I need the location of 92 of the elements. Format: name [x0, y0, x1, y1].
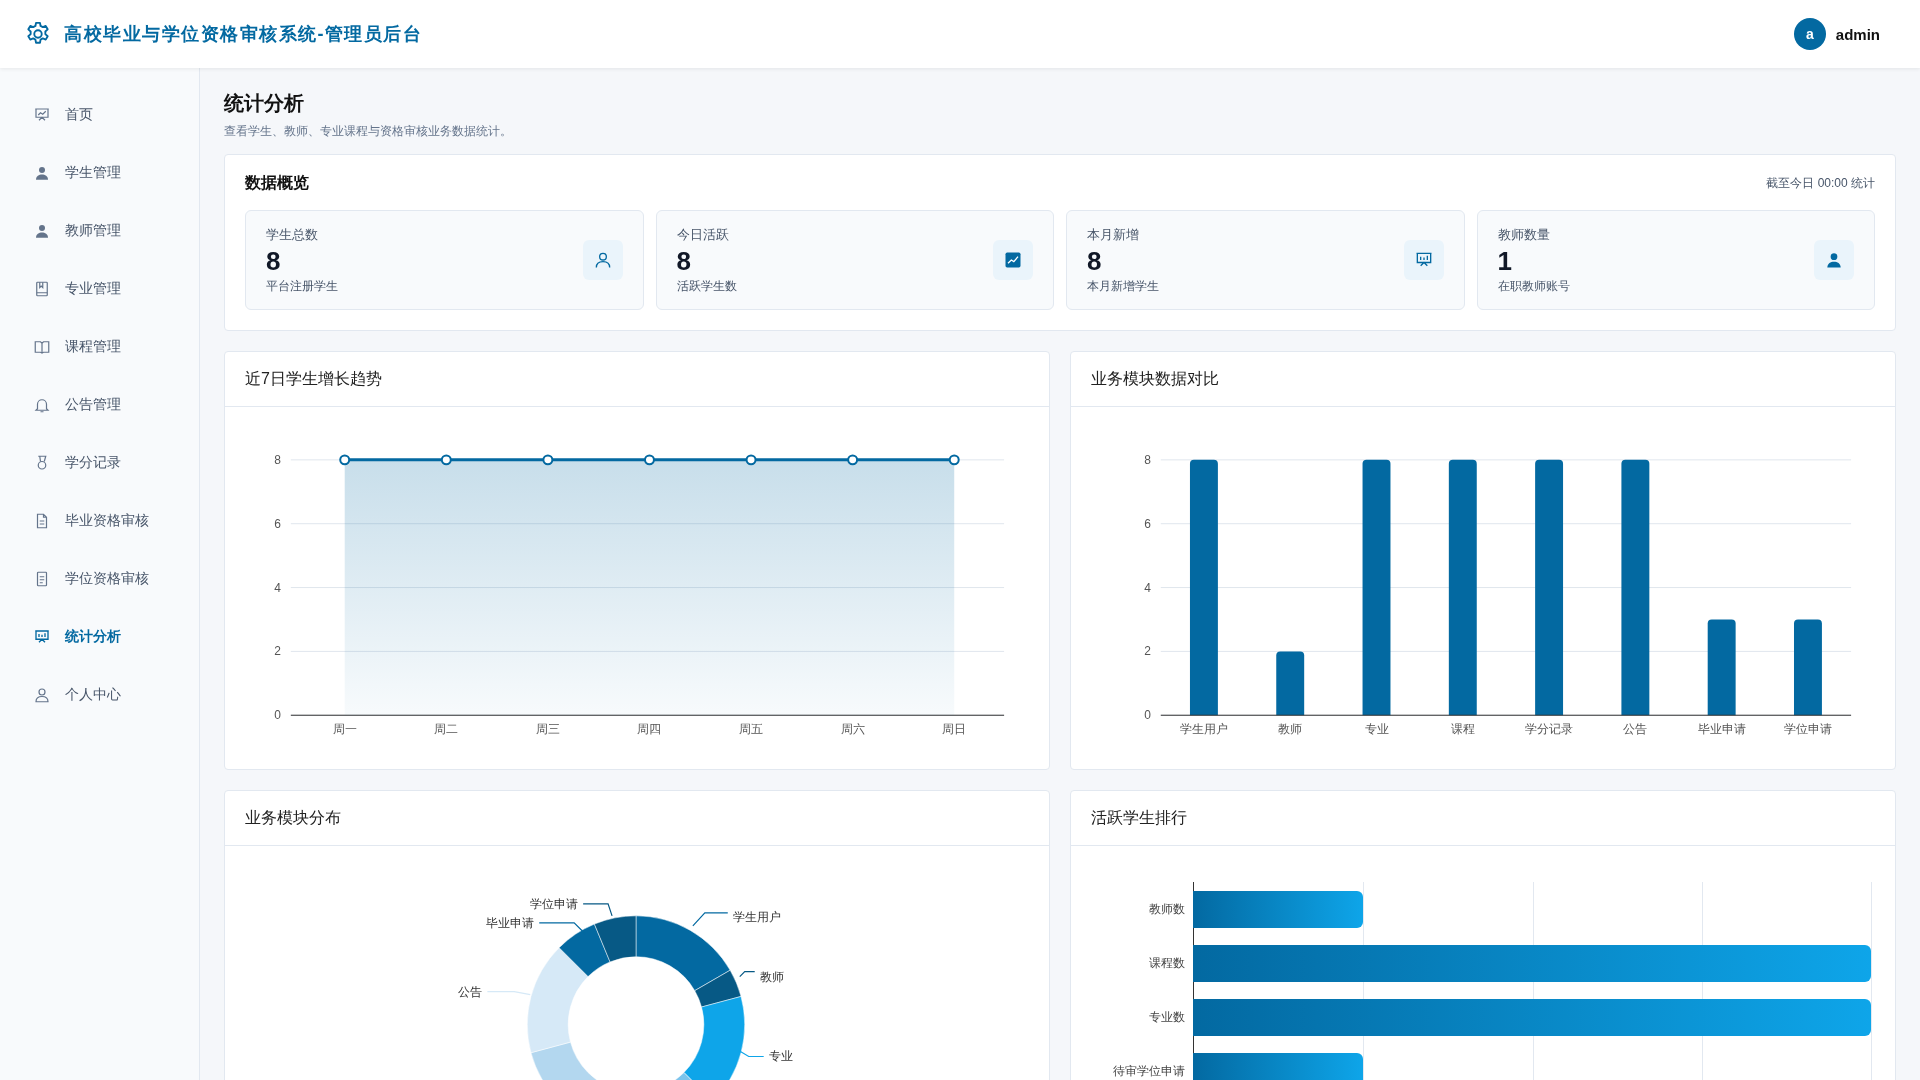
data-point — [339, 454, 351, 466]
chart-title: 活跃学生排行 — [1091, 807, 1187, 828]
sidebar-item[interactable]: 首页 — [0, 86, 199, 144]
axis-tick-label: 8 — [274, 452, 281, 467]
section-title: 数据概览 — [245, 173, 309, 193]
person-icon — [33, 222, 51, 240]
axis-tick-label: 周六 — [840, 722, 865, 737]
person-icon — [1824, 250, 1844, 270]
person-outline-icon — [33, 686, 51, 704]
user-avatar[interactable]: a — [1793, 18, 1826, 50]
data-point — [948, 454, 960, 466]
stat-value: 8 — [266, 244, 282, 278]
data-point — [847, 454, 859, 466]
chart-board-icon — [33, 628, 51, 646]
leader-line — [692, 912, 729, 927]
slice-label: 教师 — [759, 969, 784, 984]
page-subtitle: 查看学生、教师、专业课程与资格审核业务数据统计。 — [224, 123, 513, 140]
axis-tick-label: 周五 — [739, 722, 764, 737]
leader-line — [582, 903, 613, 917]
axis-tick-label: 0 — [274, 708, 281, 723]
stat-label: 本月新增 — [1087, 225, 1140, 244]
slice-label: 毕业申请 — [486, 915, 535, 930]
user-name[interactable]: admin — [1835, 25, 1880, 43]
sidebar-item[interactable]: 个人中心 — [0, 666, 199, 724]
slice-label: 学生用户 — [732, 909, 781, 924]
stat-label: 今日活跃 — [676, 225, 730, 244]
axis-tick-label: 周日 — [942, 722, 967, 737]
slice-label: 专业 — [768, 1049, 793, 1064]
chart-board-icon — [33, 106, 51, 124]
stat-caption: 活跃学生数 — [676, 277, 737, 295]
data-point — [644, 454, 655, 466]
axis-tick-label: 6 — [274, 516, 281, 531]
data-point — [440, 454, 452, 466]
axis-tick-label: 2 — [1144, 644, 1151, 659]
stat-caption: 本月新增学生 — [1087, 277, 1159, 295]
chart-title: 业务模块分布 — [245, 807, 341, 828]
stat-label: 学生总数 — [266, 225, 319, 244]
stat-value: 8 — [676, 244, 692, 278]
bell-icon — [33, 396, 51, 414]
bar-label: 课程数 — [1148, 954, 1186, 972]
axis-tick-label: 专业 — [1364, 722, 1389, 737]
sidebar-item[interactable]: 学位资格审核 — [0, 550, 199, 608]
axis-tick-label: 4 — [1144, 580, 1151, 595]
stat-caption: 在职教师账号 — [1497, 277, 1570, 295]
chart-title: 近7日学生增长趋势 — [245, 368, 382, 389]
sidebar-item[interactable]: 教师管理 — [0, 202, 199, 260]
update-note: 截至今日 00:00 统计 — [1766, 175, 1875, 192]
sidebar-item[interactable]: 统计分析 — [0, 608, 199, 666]
data-point — [745, 454, 757, 466]
axis-tick-label: 4 — [274, 580, 281, 595]
axis-tick-label: 课程 — [1450, 722, 1475, 737]
axis-tick-label: 周二 — [434, 722, 459, 737]
stat-value: 1 — [1497, 244, 1513, 278]
axis-tick-label: 学生用户 — [1179, 722, 1228, 737]
sidebar-item[interactable]: 专业管理 — [0, 260, 199, 318]
bar-label: 教师数 — [1148, 900, 1186, 918]
sidebar-item[interactable]: 学生管理 — [0, 144, 199, 202]
app-title: 高校毕业与学位资格审核系统-管理员后台 — [64, 23, 423, 46]
axis-tick-label: 周三 — [535, 722, 560, 737]
open-book-icon — [33, 338, 51, 356]
axis-tick-label: 周四 — [637, 722, 662, 737]
axis-tick-label: 公告 — [1623, 722, 1648, 737]
sidebar-item[interactable]: 学分记录 — [0, 434, 199, 492]
axis-tick-label: 0 — [1144, 708, 1151, 723]
data-point — [542, 454, 554, 466]
leader-line — [486, 991, 531, 996]
sidebar-item[interactable]: 毕业资格审核 — [0, 492, 199, 550]
leader-line — [739, 971, 756, 978]
page-title: 统计分析 — [224, 91, 305, 116]
stat-value: 8 — [1087, 244, 1103, 278]
leader-line — [738, 1049, 765, 1058]
stat-caption: 平台注册学生 — [266, 277, 338, 295]
book-icon — [33, 280, 51, 298]
axis-tick-label: 6 — [1144, 516, 1151, 531]
bar-label: 待审学位申请 — [1112, 1062, 1186, 1080]
slice-label: 公告 — [458, 984, 483, 999]
axis-tick-label: 8 — [1144, 452, 1151, 467]
axis-tick-label: 教师 — [1278, 722, 1303, 737]
bar — [1276, 651, 1305, 716]
axis-tick-label: 2 — [274, 644, 281, 659]
axis-tick-label: 周一 — [332, 722, 357, 737]
bar-label: 专业数 — [1148, 1008, 1186, 1026]
sidebar-item[interactable]: 课程管理 — [0, 318, 199, 376]
axis-tick-label: 学分记录 — [1525, 722, 1574, 737]
line-chart-icon — [1003, 250, 1023, 270]
stat-label: 教师数量 — [1497, 225, 1551, 244]
axis-tick-label: 毕业申请 — [1697, 722, 1746, 737]
person-icon — [33, 164, 51, 182]
chart-title: 业务模块数据对比 — [1091, 368, 1219, 389]
axis-tick-label: 学位申请 — [1783, 722, 1832, 737]
sidebar-item[interactable]: 公告管理 — [0, 376, 199, 434]
slice-label: 学位申请 — [530, 896, 579, 911]
